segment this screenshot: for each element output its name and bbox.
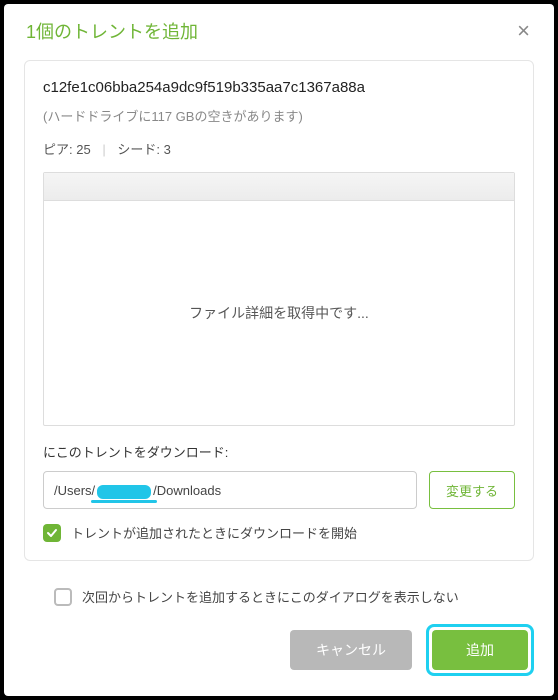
disk-space-text: (ハードドライブに117 GBの空きがあります) [43, 106, 515, 125]
download-path-label: にこのトレントをダウンロード: [43, 442, 515, 461]
cancel-button[interactable]: キャンセル [290, 630, 412, 670]
dont-show-label: 次回からトレントを追加するときにこのダイアログを表示しない [82, 587, 459, 606]
torrent-hash: c12fe1c06bba254a9dc9f519b335aa7c1367a88a [43, 79, 515, 96]
torrent-card: c12fe1c06bba254a9dc9f519b335aa7c1367a88a… [24, 60, 534, 561]
download-path-row: /Users/ /Downloads 変更する [43, 471, 515, 509]
dialog-footer: 次回からトレントを追加するときにこのダイアログを表示しない キャンセル 追加 [4, 575, 554, 696]
file-loading-text: ファイル詳細を取得中です... [44, 201, 514, 425]
checkbox-checked-icon[interactable] [43, 524, 61, 542]
separator: | [102, 142, 105, 157]
start-on-add-label: トレントが追加されたときにダウンロードを開始 [71, 523, 357, 542]
seeds-label: シード: [117, 142, 160, 157]
peers-seeds-row: ピア: 25 | シード: 3 [43, 139, 515, 158]
peers-value: 25 [76, 142, 90, 157]
dialog-header: 1個のトレントを追加 × [4, 4, 554, 54]
file-list-header [44, 173, 514, 201]
dialog-title: 1個のトレントを追加 [26, 18, 198, 44]
path-suffix: /Downloads [153, 483, 221, 498]
peers-label: ピア: [43, 142, 73, 157]
add-button-highlight: 追加 [426, 624, 534, 676]
dont-show-row[interactable]: 次回からトレントを追加するときにこのダイアログを表示しない [54, 587, 534, 606]
file-list-area: ファイル詳細を取得中です... [43, 172, 515, 426]
close-icon[interactable]: × [513, 18, 534, 44]
download-path-input[interactable]: /Users/ /Downloads [43, 471, 417, 509]
button-row: キャンセル 追加 [24, 624, 534, 676]
start-on-add-row[interactable]: トレントが追加されたときにダウンロードを開始 [43, 523, 515, 542]
path-prefix: /Users/ [54, 483, 95, 498]
seeds-value: 3 [164, 142, 171, 157]
checkbox-unchecked-icon[interactable] [54, 588, 72, 606]
change-path-button[interactable]: 変更する [429, 471, 515, 509]
add-torrent-dialog: 1個のトレントを追加 × c12fe1c06bba254a9dc9f519b33… [4, 4, 554, 696]
redacted-username [97, 485, 151, 499]
add-button[interactable]: 追加 [432, 630, 528, 670]
